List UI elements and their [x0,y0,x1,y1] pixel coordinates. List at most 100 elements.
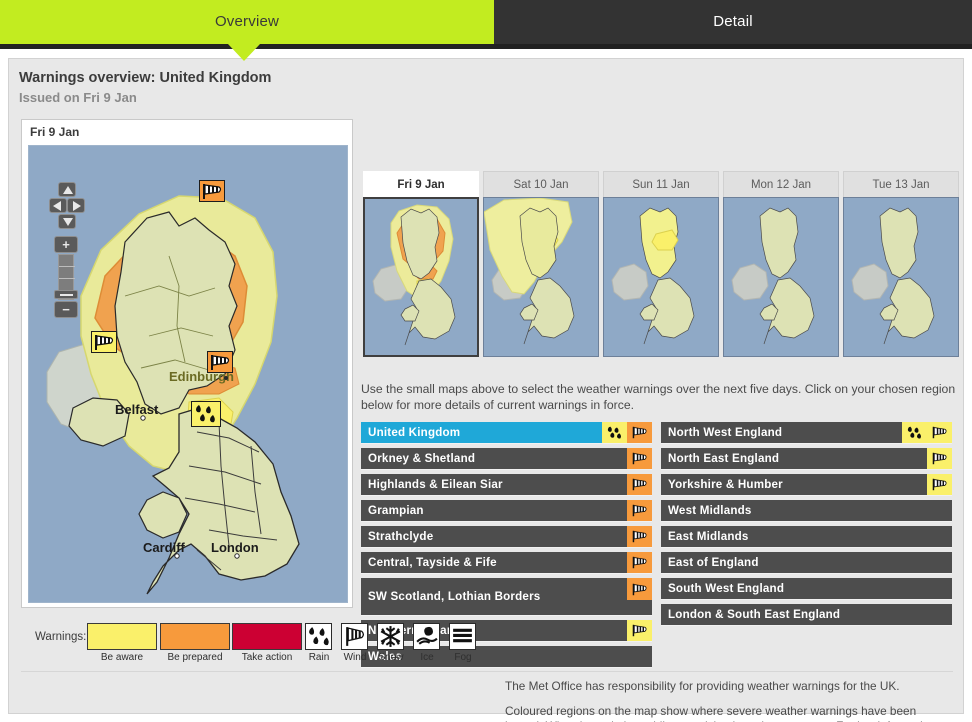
wind-icon[interactable] [627,620,652,641]
region-warning-icons [927,448,952,469]
map-city-london: London [211,540,259,555]
map-pan-down-button[interactable] [58,214,76,229]
map-zoom-in-button[interactable]: + [54,236,78,253]
region-warning-icons [902,422,952,443]
day-thumbnail-map [483,197,599,357]
region-warning-icons [627,526,652,547]
day-thumbnail-sat[interactable]: Sat 10 Jan [483,171,599,363]
region-row-orkney-shetland[interactable]: Orkney & Shetland [361,448,652,470]
legend-caption-wind: Wind [343,652,367,663]
map-pan-zoom-control[interactable]: + − [49,182,85,318]
region-row-central-tayside-fife[interactable]: Central, Tayside & Fife [361,552,652,574]
warnings-legend: Warnings: Be aware Be prepared Take acti… [21,619,491,679]
region-warning-icons [627,448,652,469]
main-map-panel: Fri 9 Jan Edinburgh Belfast Cardiff Lond… [21,119,353,608]
legend-caption-rain: Rain [308,652,330,663]
rain-icon [305,623,332,650]
fog-icon [449,623,476,650]
region-row-west-midlands[interactable]: West Midlands [661,500,952,522]
weather-warnings-page: Overview Detail Warnings overview: Unite… [0,0,972,722]
tab-bottom-rule [0,44,972,49]
region-row-sw-scotland-lothian-borders[interactable]: SW Scotland, Lothian Borders [361,578,652,616]
day-thumbnail-map [603,197,719,357]
map-pan-right-button[interactable] [67,198,85,213]
day-thumbnail-fri[interactable]: Fri 9 Jan [363,171,479,363]
legend-caption-snow: Snow [378,652,404,663]
active-tab-pointer-icon [228,44,260,61]
tab-bar: Overview Detail [0,0,972,61]
page-title: Warnings overview: United Kingdom [19,70,272,86]
region-list-right: North West England North East England Yo… [661,422,952,630]
map-pan-left-button[interactable] [49,198,67,213]
wind-icon [95,335,114,350]
region-label: United Kingdom [368,426,461,439]
day-thumbnail-map [843,197,959,357]
region-row-north-west-england[interactable]: North West England [661,422,952,444]
region-label: Central, Tayside & Fife [368,556,497,569]
map-city-belfast: Belfast [115,402,159,417]
footer-line-1: The Met Office has responsibility for pr… [505,679,900,693]
day-thumbnail-strip: Fri 9 Jan Sat 10 Jan Sun 11 Jan Mon 12 J… [363,171,959,363]
region-row-strathclyde[interactable]: Strathclyde [361,526,652,548]
region-row-london-south-east-england[interactable]: London & South East England [661,604,952,626]
legend-caption-be-prepared: Be prepared [167,652,223,663]
region-row-grampian[interactable]: Grampian [361,500,652,522]
thumb-map-graphic-fri [365,199,477,355]
legend-caption-ice: Ice [420,652,434,663]
day-thumbnail-sun[interactable]: Sun 11 Jan [603,171,719,363]
map-zoom-slider-thumb[interactable] [54,290,78,299]
region-row-east-midlands[interactable]: East Midlands [661,526,952,548]
wind-icon[interactable] [927,448,952,469]
day-thumbnail-map [723,197,839,357]
region-label: Highlands & Eilean Siar [368,478,503,491]
main-map-day-label: Fri 9 Jan [30,125,80,139]
map-zoom-out-button[interactable]: − [54,301,78,318]
ice-icon [413,623,440,650]
wind-icon[interactable] [627,552,652,573]
rain-icon [196,405,215,423]
region-row-yorkshire-humber[interactable]: Yorkshire & Humber [661,474,952,496]
region-row-united-kingdom[interactable]: United Kingdom [361,422,652,444]
wind-icon[interactable] [627,474,652,495]
tab-detail-label: Detail [713,13,753,30]
region-row-highlands-eilean-siar[interactable]: Highlands & Eilean Siar [361,474,652,496]
wind-icon[interactable] [627,500,652,521]
wind-icon[interactable] [627,578,652,600]
day-thumbnail-map [363,197,479,357]
rain-icon[interactable] [602,422,627,443]
footer-text: The Met Office has responsibility for pr… [505,679,955,722]
wind-icon[interactable] [627,422,652,443]
wind-icon[interactable] [627,526,652,547]
wind-icon [341,623,368,650]
legend-caption-take-action: Take action [241,652,293,663]
region-warning-icons [627,552,652,573]
wind-icon[interactable] [927,474,952,495]
map-warning-badge-wind-orange-2[interactable] [207,351,233,373]
main-map-canvas[interactable]: Edinburgh Belfast Cardiff London + − [28,145,348,603]
legend-caption-be-aware: Be aware [100,652,144,663]
region-row-south-west-england[interactable]: South West England [661,578,952,600]
region-label: East of England [668,556,759,569]
day-thumbnail-label: Sun 11 Jan [603,171,719,197]
wind-icon[interactable] [627,448,652,469]
region-row-east-of-england[interactable]: East of England [661,552,952,574]
day-thumbnail-mon[interactable]: Mon 12 Jan [723,171,839,363]
tab-detail[interactable]: Detail [494,0,972,44]
region-warning-icons [627,578,652,615]
map-warning-badge-wind-yellow-1[interactable] [91,331,117,353]
map-warning-badge-wind-orange-1[interactable] [199,180,225,202]
rain-icon[interactable] [902,422,927,443]
tab-overview[interactable]: Overview [0,0,494,44]
legend-swatch-be-aware [87,623,157,650]
map-pan-up-button[interactable] [58,182,76,197]
region-row-north-east-england[interactable]: North East England [661,448,952,470]
region-label: London & South East England [668,608,841,621]
region-label: SW Scotland, Lothian Borders [368,590,541,603]
footer-line-2-part-a: Coloured regions on the map show where s… [505,703,936,722]
wind-icon[interactable] [927,422,952,443]
day-thumbnail-tue[interactable]: Tue 13 Jan [843,171,959,363]
region-label: Yorkshire & Humber [668,478,783,491]
map-warning-badge-rain-yellow-1[interactable] [191,401,221,427]
legend-title: Warnings: [35,631,87,643]
wind-icon [203,184,222,199]
